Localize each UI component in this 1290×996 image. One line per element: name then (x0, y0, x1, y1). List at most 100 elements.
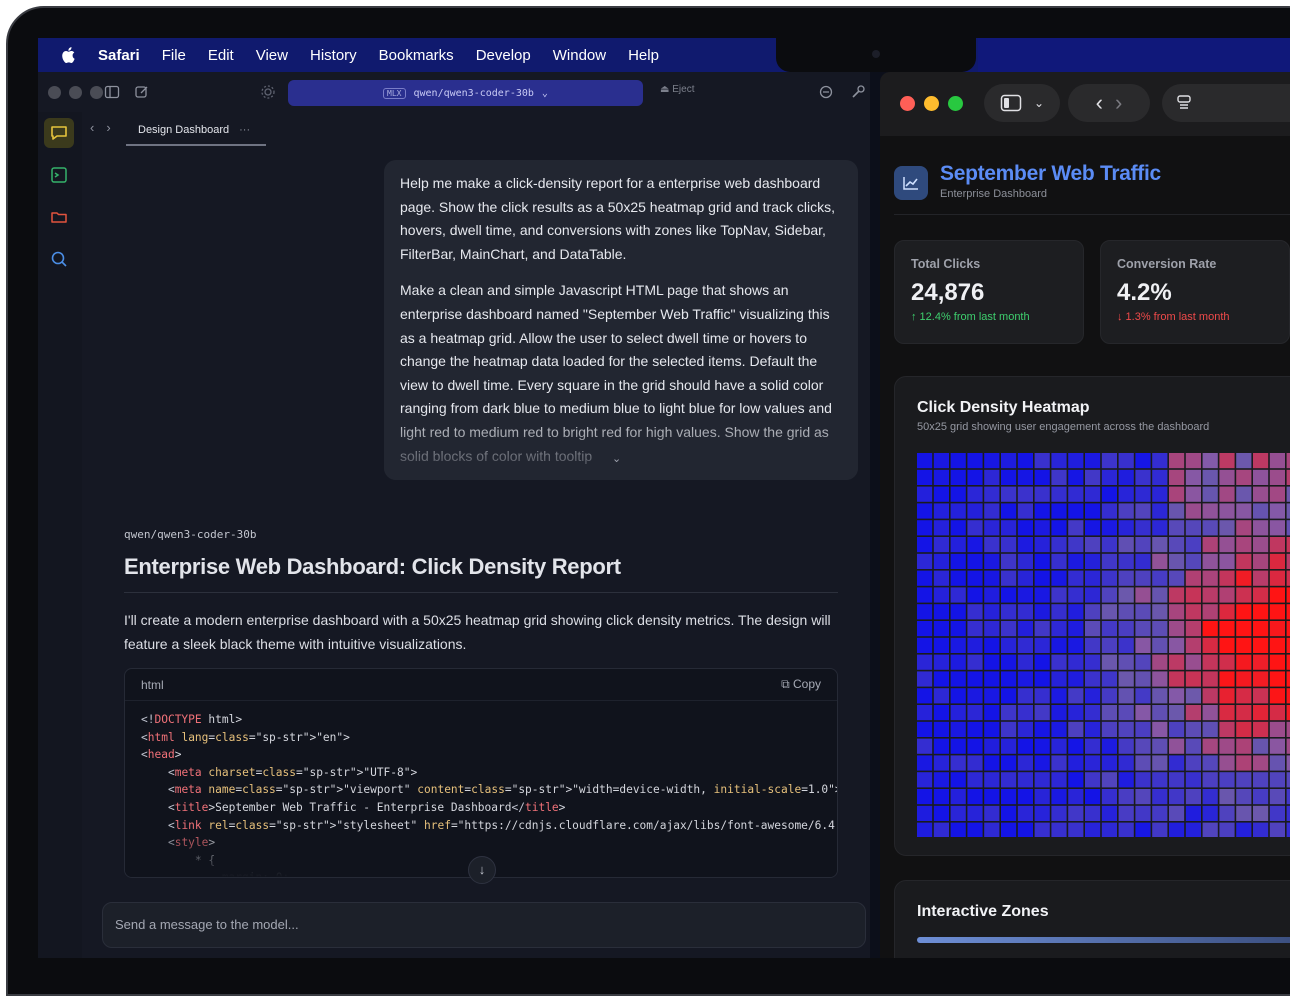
heatmap-cell[interactable] (1219, 822, 1235, 837)
heatmap-cell[interactable] (1068, 587, 1084, 603)
heatmap-cell[interactable] (1001, 738, 1017, 754)
heatmap-cell[interactable] (1253, 654, 1269, 670)
heatmap-cell[interactable] (1152, 537, 1168, 553)
tab-forward-icon[interactable]: › (106, 120, 110, 135)
heatmap-cell[interactable] (1085, 688, 1101, 704)
heatmap-cell[interactable] (1185, 789, 1201, 805)
heatmap-cell[interactable] (1269, 604, 1285, 620)
heatmap-cell[interactable] (1051, 654, 1067, 670)
heatmap-cell[interactable] (1068, 469, 1084, 485)
heatmap-cell[interactable] (1253, 705, 1269, 721)
heatmap-cell[interactable] (1101, 789, 1117, 805)
heatmap-cell[interactable] (1101, 570, 1117, 586)
heatmap-cell[interactable] (1101, 469, 1117, 485)
heatmap-cell[interactable] (1051, 637, 1067, 653)
heatmap-cell[interactable] (1051, 503, 1067, 519)
heatmap-cell[interactable] (1185, 654, 1201, 670)
heatmap-cell[interactable] (1236, 570, 1252, 586)
heatmap-cell[interactable] (1253, 772, 1269, 788)
heatmap-cell[interactable] (1219, 520, 1235, 536)
apple-logo-icon[interactable] (60, 46, 76, 64)
heatmap-cell[interactable] (950, 721, 966, 737)
heatmap-cell[interactable] (950, 738, 966, 754)
heatmap-cell[interactable] (1269, 486, 1285, 502)
heatmap-cell[interactable] (1034, 772, 1050, 788)
heatmap-cell[interactable] (933, 503, 949, 519)
heatmap-cell[interactable] (917, 755, 933, 771)
heatmap-cell[interactable] (1152, 738, 1168, 754)
heatmap-cell[interactable] (1253, 587, 1269, 603)
heatmap-cell[interactable] (1185, 453, 1201, 469)
heatmap-cell[interactable] (1152, 822, 1168, 837)
heatmap-cell[interactable] (984, 654, 1000, 670)
heatmap-cell[interactable] (1034, 520, 1050, 536)
heatmap-cell[interactable] (933, 805, 949, 821)
heatmap-cell[interactable] (1236, 503, 1252, 519)
heatmap-cell[interactable] (950, 604, 966, 620)
heatmap-cell[interactable] (967, 822, 983, 837)
heatmap-cell[interactable] (984, 553, 1000, 569)
heatmap-cell[interactable] (1101, 755, 1117, 771)
heatmap-cell[interactable] (1001, 789, 1017, 805)
heatmap-cell[interactable] (917, 553, 933, 569)
heatmap-cell[interactable] (1236, 721, 1252, 737)
heatmap-cell[interactable] (1185, 688, 1201, 704)
heatmap-cell[interactable] (1202, 822, 1218, 837)
heatmap-cell[interactable] (1085, 805, 1101, 821)
expand-message-icon[interactable]: ⌄ (612, 448, 621, 472)
heatmap-cell[interactable] (984, 486, 1000, 502)
heatmap-cell[interactable] (1219, 671, 1235, 687)
heatmap-cell[interactable] (1085, 637, 1101, 653)
heatmap-cell[interactable] (1017, 637, 1033, 653)
heatmap-cell[interactable] (1101, 621, 1117, 637)
heatmap-cell[interactable] (1051, 453, 1067, 469)
heatmap-cell[interactable] (1034, 587, 1050, 603)
heatmap-cell[interactable] (1286, 789, 1290, 805)
heatmap-cell[interactable] (1118, 822, 1134, 837)
heatmap-cell[interactable] (1286, 553, 1290, 569)
heatmap-cell[interactable] (950, 654, 966, 670)
heatmap-cell[interactable] (1253, 553, 1269, 569)
heatmap-cell[interactable] (1001, 671, 1017, 687)
heatmap-cell[interactable] (1101, 772, 1117, 788)
heatmap-cell[interactable] (1135, 570, 1151, 586)
heatmap-cell[interactable] (1135, 621, 1151, 637)
heatmap-cell[interactable] (917, 570, 933, 586)
heatmap-cell[interactable] (1219, 654, 1235, 670)
heatmap-cell[interactable] (1169, 772, 1185, 788)
heatmap-cell[interactable] (933, 822, 949, 837)
heatmap-cell[interactable] (933, 671, 949, 687)
heatmap-cell[interactable] (1185, 755, 1201, 771)
heatmap-cell[interactable] (1236, 637, 1252, 653)
heatmap-cell[interactable] (1219, 772, 1235, 788)
heatmap-cell[interactable] (1286, 637, 1290, 653)
safari-zoom-button[interactable] (948, 96, 963, 111)
heatmap-cell[interactable] (950, 789, 966, 805)
heatmap-cell[interactable] (1085, 604, 1101, 620)
heatmap-cell[interactable] (1202, 805, 1218, 821)
heatmap-cell[interactable] (917, 469, 933, 485)
heatmap-cell[interactable] (1269, 503, 1285, 519)
heatmap-cell[interactable] (1253, 503, 1269, 519)
heatmap-cell[interactable] (1202, 621, 1218, 637)
heatmap-cell[interactable] (1101, 453, 1117, 469)
heatmap-cell[interactable] (1169, 705, 1185, 721)
heatmap-cell[interactable] (1202, 604, 1218, 620)
heatmap-cell[interactable] (950, 453, 966, 469)
heatmap-cell[interactable] (1051, 738, 1067, 754)
heatmap-cell[interactable] (1286, 570, 1290, 586)
heatmap-cell[interactable] (1001, 604, 1017, 620)
heatmap-cell[interactable] (1118, 688, 1134, 704)
heatmap-cell[interactable] (1118, 671, 1134, 687)
heatmap-cell[interactable] (1017, 520, 1033, 536)
heatmap-cell[interactable] (1202, 671, 1218, 687)
heatmap-cell[interactable] (1185, 822, 1201, 837)
heatmap-cell[interactable] (984, 520, 1000, 536)
heatmap-cell[interactable] (1051, 721, 1067, 737)
heatmap-cell[interactable] (1286, 705, 1290, 721)
new-chat-icon[interactable] (134, 84, 150, 100)
heatmap-cell[interactable] (1118, 486, 1134, 502)
heatmap-cell[interactable] (967, 789, 983, 805)
heatmap-cell[interactable] (1118, 453, 1134, 469)
heatmap-cell[interactable] (1017, 789, 1033, 805)
